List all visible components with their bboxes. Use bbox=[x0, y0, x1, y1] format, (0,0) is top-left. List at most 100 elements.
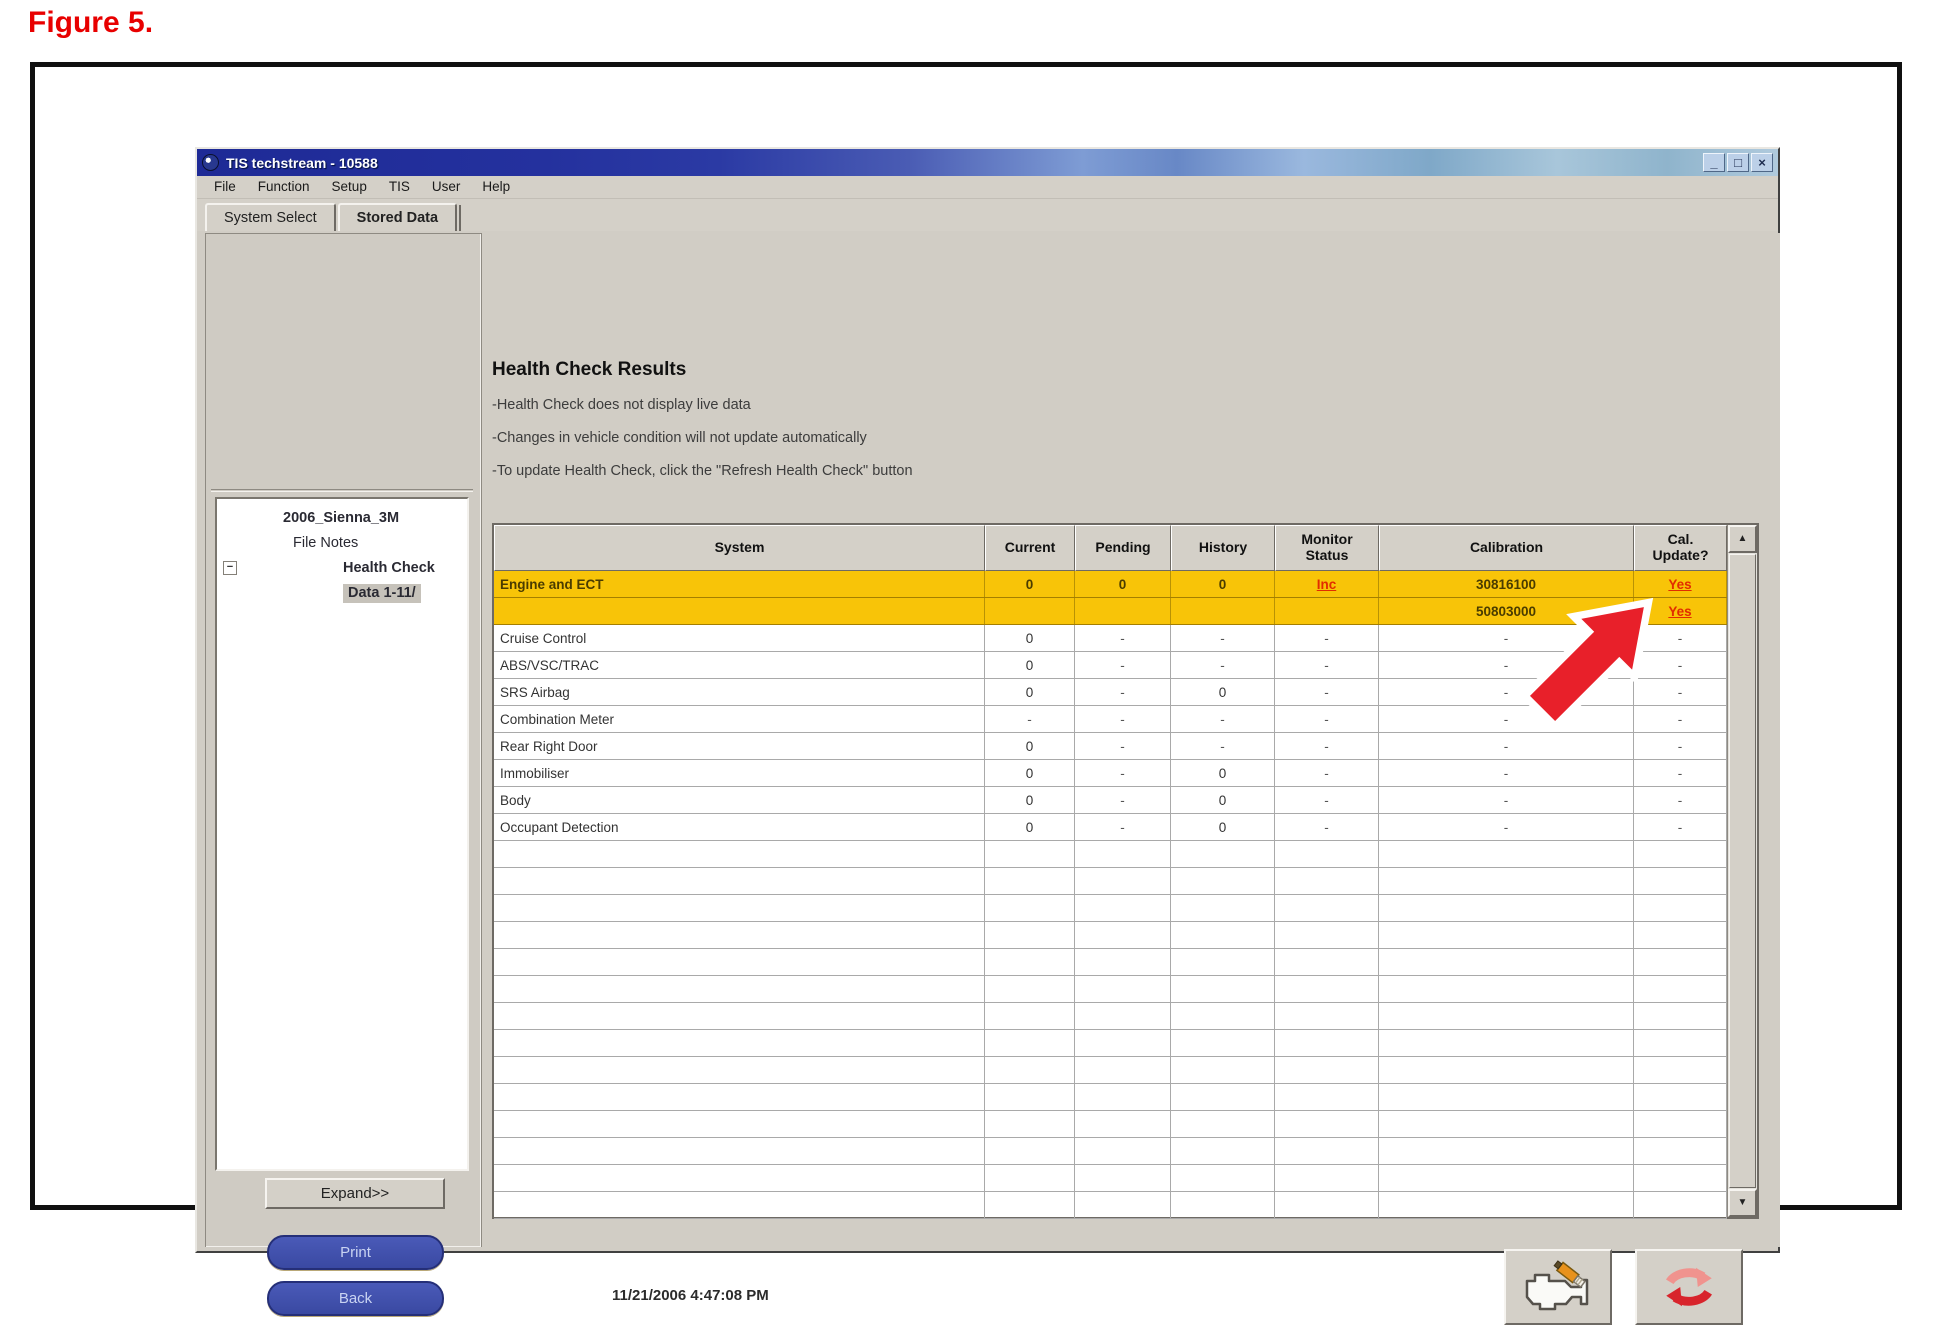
table-row-1[interactable]: 50803000Yes bbox=[494, 598, 1727, 625]
scroll-up-icon[interactable]: ▲ bbox=[1728, 525, 1757, 553]
table-scrollbar[interactable]: ▲ ▼ bbox=[1727, 525, 1757, 1217]
cell[interactable] bbox=[1634, 1003, 1727, 1029]
table-row-6[interactable]: Rear Right Door0----- bbox=[494, 733, 1727, 760]
table-row-empty[interactable] bbox=[494, 949, 1727, 976]
table-row-7[interactable]: Immobiliser0-0--- bbox=[494, 760, 1727, 787]
table-row-3[interactable]: ABS/VSC/TRAC0----- bbox=[494, 652, 1727, 679]
column-header-calibration[interactable]: Calibration bbox=[1379, 525, 1634, 571]
cell[interactable]: Yes bbox=[1634, 598, 1727, 624]
column-header-cal-update[interactable]: Cal.Update? bbox=[1634, 525, 1727, 571]
table-row-empty[interactable] bbox=[494, 1084, 1727, 1111]
table-row-empty[interactable] bbox=[494, 1165, 1727, 1192]
monitor-status-link[interactable]: Inc bbox=[1317, 577, 1337, 592]
table-row-5[interactable]: Combination Meter------ bbox=[494, 706, 1727, 733]
cell bbox=[494, 1057, 985, 1083]
table-row-0[interactable]: Engine and ECT000Inc30816100Yes bbox=[494, 571, 1727, 598]
cell[interactable]: - bbox=[1634, 679, 1727, 705]
expand-button[interactable]: Expand>> bbox=[265, 1178, 445, 1209]
scroll-down-icon[interactable]: ▼ bbox=[1728, 1189, 1757, 1217]
cell[interactable]: - bbox=[1634, 706, 1727, 732]
table-row-4[interactable]: SRS Airbag0-0--- bbox=[494, 679, 1727, 706]
cell[interactable] bbox=[1634, 895, 1727, 921]
table-row-empty[interactable] bbox=[494, 1003, 1727, 1030]
dash-value: - bbox=[1504, 739, 1509, 754]
table-row-empty[interactable] bbox=[494, 895, 1727, 922]
column-header-current[interactable]: Current bbox=[985, 525, 1075, 571]
cell bbox=[1379, 868, 1634, 894]
cell[interactable] bbox=[1634, 1165, 1727, 1191]
cell: 0 bbox=[1075, 571, 1171, 597]
customize-health-check-button[interactable] bbox=[1504, 1249, 1612, 1325]
cell: 0 bbox=[1171, 571, 1275, 597]
cell[interactable]: Inc bbox=[1275, 571, 1379, 597]
menu-item-user[interactable]: User bbox=[421, 177, 472, 197]
collapse-icon[interactable]: − bbox=[223, 561, 237, 575]
table-row-empty[interactable] bbox=[494, 1030, 1727, 1057]
cell: SRS Airbag bbox=[494, 679, 985, 705]
cell[interactable] bbox=[1634, 1057, 1727, 1083]
tree-item-health-check[interactable]: −Health Check bbox=[217, 557, 467, 582]
table-row-empty[interactable] bbox=[494, 976, 1727, 1003]
column-header-system[interactable]: System bbox=[494, 525, 985, 571]
column-header-history[interactable]: History bbox=[1171, 525, 1275, 571]
column-header-pending[interactable]: Pending bbox=[1075, 525, 1171, 571]
cell[interactable]: - bbox=[1634, 814, 1727, 840]
menu-item-help[interactable]: Help bbox=[471, 177, 521, 197]
cell[interactable]: - bbox=[1634, 733, 1727, 759]
minimize-icon[interactable]: _ bbox=[1703, 153, 1725, 172]
table-row-empty[interactable] bbox=[494, 922, 1727, 949]
cell[interactable] bbox=[1634, 1030, 1727, 1056]
cell[interactable]: - bbox=[1634, 787, 1727, 813]
menu-item-file[interactable]: File bbox=[203, 177, 247, 197]
table-row-empty[interactable] bbox=[494, 1111, 1727, 1138]
cell[interactable] bbox=[1634, 976, 1727, 1002]
cell[interactable]: - bbox=[1634, 625, 1727, 651]
refresh-health-check-button[interactable] bbox=[1635, 1249, 1743, 1325]
print-button[interactable]: Print bbox=[267, 1235, 444, 1270]
menu-item-function[interactable]: Function bbox=[247, 177, 321, 197]
tree-item-data-1-11-[interactable]: Data 1-11/ bbox=[217, 582, 467, 607]
table-row-empty[interactable] bbox=[494, 1138, 1727, 1165]
cell[interactable]: Yes bbox=[1634, 571, 1727, 597]
scrollbar-thumb[interactable] bbox=[1729, 554, 1756, 1188]
cal-update-link[interactable]: Yes bbox=[1668, 577, 1691, 592]
close-icon[interactable]: × bbox=[1751, 153, 1773, 172]
cell[interactable] bbox=[1634, 1111, 1727, 1137]
cell bbox=[1171, 1030, 1275, 1056]
cell[interactable] bbox=[1634, 841, 1727, 867]
table-row-9[interactable]: Occupant Detection0-0--- bbox=[494, 814, 1727, 841]
cell[interactable] bbox=[1634, 949, 1727, 975]
cell: - bbox=[1379, 625, 1634, 651]
table-row-empty[interactable] bbox=[494, 1192, 1727, 1219]
cell[interactable]: - bbox=[1634, 652, 1727, 678]
table-row-empty[interactable] bbox=[494, 841, 1727, 868]
back-button[interactable]: Back bbox=[267, 1281, 444, 1316]
tree-item-2006-sienna-3m[interactable]: 2006_Sienna_3M bbox=[217, 507, 467, 532]
tree-item-file-notes[interactable]: File Notes bbox=[217, 532, 467, 557]
table-row-empty[interactable] bbox=[494, 1057, 1727, 1084]
maximize-icon[interactable]: □ bbox=[1727, 153, 1749, 172]
table-row-8[interactable]: Body0-0--- bbox=[494, 787, 1727, 814]
cell: - bbox=[1379, 787, 1634, 813]
cell[interactable]: - bbox=[1634, 760, 1727, 786]
cell[interactable] bbox=[1634, 1084, 1727, 1110]
dash-value: - bbox=[1324, 712, 1329, 727]
table-row-empty[interactable] bbox=[494, 868, 1727, 895]
cell bbox=[1171, 1003, 1275, 1029]
cell[interactable] bbox=[1634, 1192, 1727, 1218]
cell: - bbox=[1075, 625, 1171, 651]
menu-item-setup[interactable]: Setup bbox=[321, 177, 378, 197]
column-header-monitor-status[interactable]: MonitorStatus bbox=[1275, 525, 1379, 571]
tab-system-select[interactable]: System Select bbox=[205, 203, 336, 231]
menu-item-tis[interactable]: TIS bbox=[378, 177, 421, 197]
dash-value: - bbox=[1678, 820, 1683, 835]
tab-stored-data[interactable]: Stored Data bbox=[338, 203, 457, 233]
cell: 0 bbox=[1171, 760, 1275, 786]
cell[interactable] bbox=[1634, 868, 1727, 894]
table-row-2[interactable]: Cruise Control0----- bbox=[494, 625, 1727, 652]
cell[interactable] bbox=[1634, 1138, 1727, 1164]
window-title: TIS techstream - 10588 bbox=[226, 155, 378, 171]
cell[interactable] bbox=[1634, 922, 1727, 948]
cal-update-link[interactable]: Yes bbox=[1668, 604, 1691, 619]
cell: - bbox=[1379, 814, 1634, 840]
